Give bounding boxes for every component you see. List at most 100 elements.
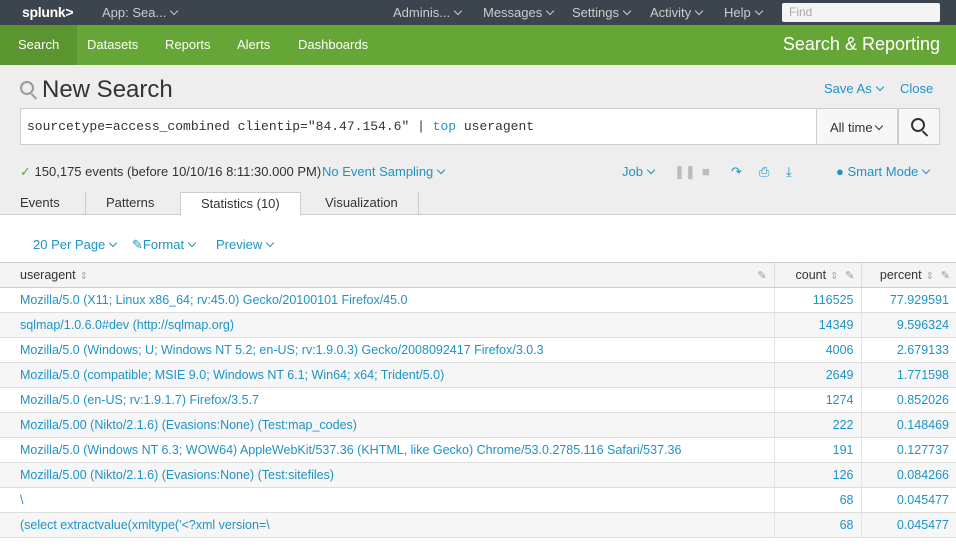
chevron-down-icon [874,121,883,131]
nav-reports[interactable]: Reports [147,25,229,65]
table-row: Mozilla/5.0 (Windows NT 6.3; WOW64) Appl… [0,437,956,463]
search-query-input[interactable]: sourcetype=access_combined clientip="84.… [20,108,817,145]
table-row: Mozilla/5.00 (Nikto/2.1.6) (Evasions:Non… [0,412,956,438]
count-cell[interactable]: 1274 [773,387,861,413]
nav-dashboards[interactable]: Dashboards [280,25,386,65]
nav-search[interactable]: Search [0,25,78,65]
per-page-label: 20 Per Page [33,237,106,252]
chevron-down-icon [646,165,656,175]
percent-cell[interactable]: 2.679133 [860,337,956,363]
nav-alerts[interactable]: Alerts [219,25,288,65]
results-tabs: Events Patterns Statistics (10) Visualiz… [0,192,956,216]
count-cell[interactable]: 222 [773,412,861,438]
stop-icon[interactable]: ■ [702,164,710,179]
chevron-down-icon [875,82,884,92]
chevron-down-icon [694,6,704,16]
menu-label: Adminis... [393,5,451,20]
sort-icon[interactable]: ⇕ [926,271,934,282]
chevron-down-icon [453,6,463,16]
percent-cell[interactable]: 0.045477 [860,487,956,513]
column-header-count[interactable]: count ⇕ ✎ [773,262,861,288]
menu-label: Activity [650,5,692,20]
per-page-dropdown[interactable]: 20 Per Page [33,237,118,252]
useragent-cell[interactable]: Mozilla/5.00 (Nikto/2.1.6) (Evasions:Non… [0,412,774,438]
pause-icon[interactable]: ❚❚ [674,164,696,180]
column-header-percent[interactable]: percent ⇕ ✎ [860,262,956,288]
search-mode-dropdown[interactable]: ● Smart Mode [836,164,931,179]
event-sampling-dropdown[interactable]: No Event Sampling [322,164,446,179]
count-cell[interactable]: 4006 [773,337,861,363]
useragent-cell[interactable]: \ [0,487,774,513]
tab-statistics[interactable]: Statistics (10) [180,192,301,216]
search-icon [20,81,34,95]
pencil-icon[interactable]: ✎ [758,269,768,282]
close-button[interactable]: Close [900,81,933,96]
menu-activity[interactable]: Activity [650,5,704,20]
useragent-cell[interactable]: Mozilla/5.0 (Windows; U; Windows NT 5.2;… [0,337,774,363]
nav-datasets[interactable]: Datasets [69,25,156,65]
chevron-down-icon [922,165,931,175]
menu-label: Settings [572,5,619,20]
useragent-cell[interactable]: Mozilla/5.00 (Nikto/2.1.6) (Evasions:Non… [0,462,774,488]
export-icon[interactable]: ⤓ [786,164,792,180]
menu-settings[interactable]: Settings [572,5,632,20]
query-command: top [432,119,457,134]
sort-icon[interactable]: ⇕ [830,271,838,282]
count-cell[interactable]: 191 [773,437,861,463]
job-menu[interactable]: Job [622,164,656,179]
column-header-useragent[interactable]: useragent ⇕ ✎ [0,262,774,288]
percent-cell[interactable]: 0.852026 [860,387,956,413]
count-cell[interactable]: 126 [773,462,861,488]
percent-cell[interactable]: 0.148469 [860,412,956,438]
percent-cell[interactable]: 9.596324 [860,312,956,338]
menu-administrator[interactable]: Adminis... [393,5,463,20]
page-title-text: New Search [42,76,173,103]
search-submit-button[interactable] [898,108,940,145]
count-cell[interactable]: 14349 [773,312,861,338]
share-icon[interactable]: ↷ [731,164,742,180]
useragent-cell[interactable]: Mozilla/5.0 (compatible; MSIE 9.0; Windo… [0,362,774,388]
page-title: New Search [20,76,173,104]
app-nav-bar: Search Datasets Reports Alerts Dashboard… [0,25,956,65]
useragent-cell[interactable]: Mozilla/5.0 (en-US; rv:1.9.1.7) Firefox/… [0,387,774,413]
format-dropdown[interactable]: ✎Format [132,237,197,253]
table-row: \ 68 0.045477 [0,487,956,513]
table-row: Mozilla/5.0 (X11; Linux x86_64; rv:45.0)… [0,287,956,313]
percent-cell[interactable]: 77.929591 [860,287,956,313]
count-cell[interactable]: 68 [773,512,861,538]
lightbulb-icon: ● [836,164,844,179]
preview-label: Preview [216,237,263,252]
splunk-logo[interactable]: splunk> [22,4,74,20]
app-menu[interactable]: App: Sea... [102,5,179,20]
sort-icon[interactable]: ⇕ [80,271,88,282]
tab-patterns[interactable]: Patterns [85,192,174,215]
search-icon [911,118,925,132]
menu-label: Messages [483,5,543,20]
pencil-icon[interactable]: ✎ [845,269,854,282]
useragent-cell[interactable]: Mozilla/5.0 (Windows NT 6.3; WOW64) Appl… [0,437,774,463]
preview-dropdown[interactable]: Preview [216,237,275,252]
count-cell[interactable]: 2649 [773,362,861,388]
count-cell[interactable]: 116525 [773,287,861,313]
useragent-cell[interactable]: (select extractvalue(xmltype('<?xml vers… [0,512,774,538]
chevron-down-icon [170,6,179,16]
count-cell[interactable]: 68 [773,487,861,513]
print-icon[interactable]: ⎙ [759,164,769,180]
useragent-cell[interactable]: sqlmap/1.0.6.0#dev (http://sqlmap.org) [0,312,774,338]
menu-messages[interactable]: Messages [483,5,555,20]
statistics-table: useragent ⇕ ✎ count ⇕ ✎ percent ⇕ ✎ Mozilla/5.… [0,262,956,538]
tab-visualization[interactable]: Visualization [305,192,419,215]
useragent-cell[interactable]: Mozilla/5.0 (X11; Linux x86_64; rv:45.0)… [0,287,774,313]
percent-cell[interactable]: 0.127737 [860,437,956,463]
percent-cell[interactable]: 1.771598 [860,362,956,388]
chevron-down-icon [109,238,118,248]
app-title: Search & Reporting [782,34,940,54]
time-range-picker[interactable]: All time [817,108,898,145]
pencil-icon[interactable]: ✎ [940,269,950,282]
percent-cell[interactable]: 0.084266 [860,462,956,488]
save-as-button[interactable]: Save As [824,81,884,96]
menu-help[interactable]: Help [724,5,763,20]
tab-events[interactable]: Events [0,192,80,215]
find-input[interactable]: Find [782,3,940,22]
percent-cell[interactable]: 0.045477 [860,512,956,538]
